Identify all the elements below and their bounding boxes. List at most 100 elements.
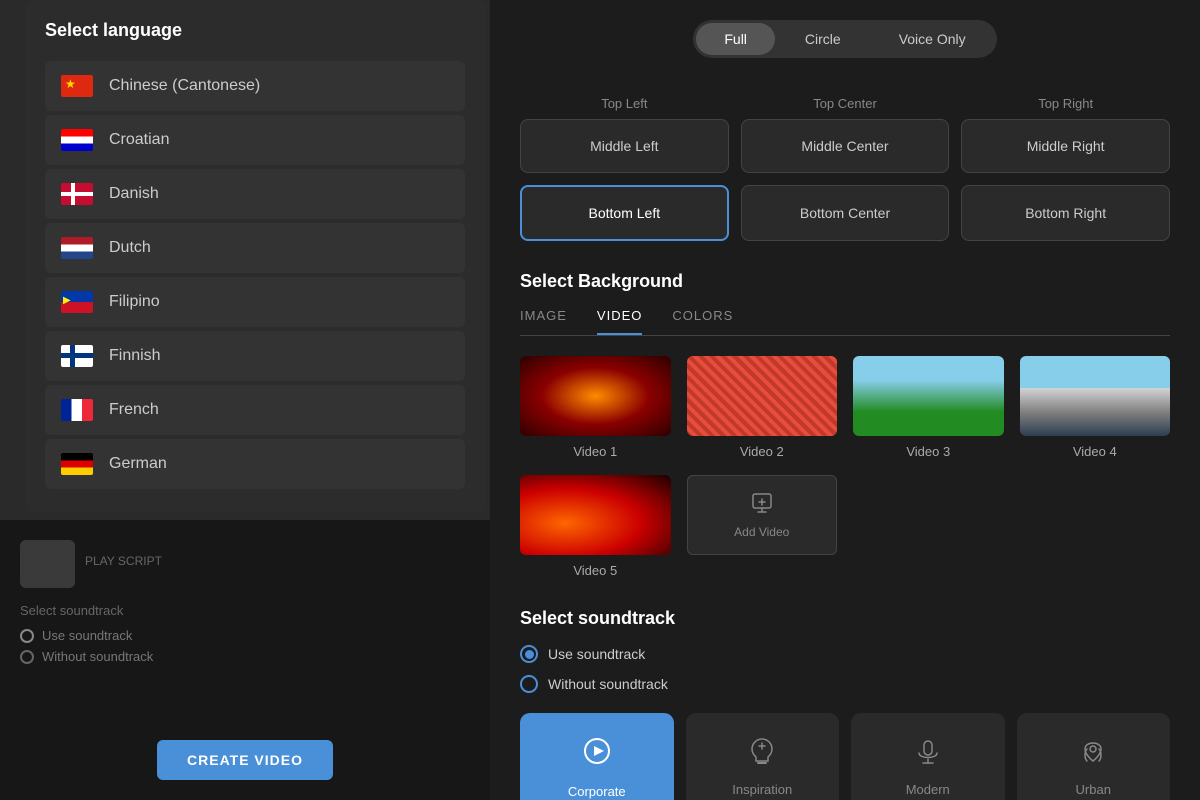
use-soundtrack-radio-label: Use soundtrack (42, 628, 132, 643)
video-thumb-5 (520, 475, 671, 555)
position-bottom-center[interactable]: Bottom Center (741, 185, 950, 241)
inspiration-icon (746, 735, 778, 774)
without-soundtrack-circle (520, 675, 538, 693)
flag-german (61, 453, 93, 475)
language-item-croatian[interactable]: Croatian (45, 115, 465, 165)
label-top-right: Top Right (961, 88, 1170, 119)
language-item-german[interactable]: German (45, 439, 465, 489)
select-soundtrack-label: Select soundtrack (20, 603, 470, 618)
language-name-finnish: Finnish (109, 347, 161, 365)
video-label-1: Video 1 (573, 444, 617, 459)
add-video-thumb: Add Video (687, 475, 838, 555)
language-name-dutch: Dutch (109, 239, 151, 257)
video-item-1[interactable]: Video 1 (520, 356, 671, 459)
video-label-5: Video 5 (573, 563, 617, 578)
language-item-french[interactable]: French (45, 385, 465, 435)
left-panel: Select language Chinese (Cantonese) Croa… (0, 0, 490, 800)
sound-card-modern[interactable]: Modern (851, 713, 1005, 800)
use-soundtrack-option[interactable]: Use soundtrack (520, 645, 1170, 663)
flag-danish (61, 183, 93, 205)
position-bottom-right[interactable]: Bottom Right (961, 185, 1170, 241)
video-item-add[interactable]: Add Video (687, 475, 838, 578)
language-modal: Select language Chinese (Cantonese) Croa… (25, 0, 485, 513)
without-soundtrack-radio[interactable]: Without soundtrack (20, 649, 470, 664)
add-video-label: Add Video (734, 525, 789, 539)
language-name-chinese-cantonese: Chinese (Cantonese) (109, 77, 260, 95)
tab-video[interactable]: VIDEO (597, 308, 642, 335)
soundtrack-radio-group: Use soundtrack Without soundtrack (520, 645, 1170, 693)
create-video-button[interactable]: CREATE VIDEO (157, 740, 333, 780)
soundtrack-title: Select soundtrack (520, 608, 1170, 629)
language-name-french: French (109, 401, 159, 419)
video-label-2: Video 2 (740, 444, 784, 459)
toggle-circle[interactable]: Circle (777, 23, 869, 55)
background-title: Select Background (520, 271, 1170, 292)
video-grid: Video 1 Video 2 Video 3 Video 4 Video 5 (520, 356, 1170, 578)
position-middle-right[interactable]: Middle Right (961, 119, 1170, 173)
position-middle-left[interactable]: Middle Left (520, 119, 729, 173)
video-item-3[interactable]: Video 3 (853, 356, 1004, 459)
video-label-4: Video 4 (1073, 444, 1117, 459)
language-item-finnish[interactable]: Finnish (45, 331, 465, 381)
inspiration-label: Inspiration (732, 782, 792, 797)
video-thumb-1 (520, 356, 671, 436)
soundtrack-section: Select soundtrack Use soundtrack Without… (520, 608, 1170, 800)
flag-chinese-cantonese (61, 75, 93, 97)
background-tab-bar: IMAGE VIDEO COLORS (520, 308, 1170, 336)
add-video-icon (750, 491, 774, 521)
urban-icon (1077, 735, 1109, 774)
without-soundtrack-option-label: Without soundtrack (548, 676, 668, 692)
without-soundtrack-radio-label: Without soundtrack (42, 649, 153, 664)
use-soundtrack-option-label: Use soundtrack (548, 646, 645, 662)
video-thumb-2 (687, 356, 838, 436)
use-soundtrack-circle (520, 645, 538, 663)
position-bottom-left[interactable]: Bottom Left (520, 185, 729, 241)
label-top-center: Top Center (741, 88, 950, 119)
flag-croatian (61, 129, 93, 151)
sound-card-inspiration[interactable]: Inspiration (686, 713, 840, 800)
video-item-2[interactable]: Video 2 (687, 356, 838, 459)
language-list: Chinese (Cantonese) Croatian Danish Dutc… (45, 61, 465, 493)
modern-label: Modern (906, 782, 950, 797)
flag-filipino (61, 291, 93, 313)
flag-finnish (61, 345, 93, 367)
position-middle-row: Middle Left Middle Center Middle Right (520, 119, 1170, 173)
toggle-full[interactable]: Full (696, 23, 775, 55)
toggle-voice-only[interactable]: Voice Only (871, 23, 994, 55)
video-thumb-3 (853, 356, 1004, 436)
tab-colors[interactable]: COLORS (672, 308, 733, 335)
toggle-bar: Full Circle Voice Only (520, 20, 1170, 58)
sound-card-urban[interactable]: Urban (1017, 713, 1171, 800)
position-middle-center[interactable]: Middle Center (741, 119, 950, 173)
flag-french (61, 399, 93, 421)
use-soundtrack-radio[interactable]: Use soundtrack (20, 628, 470, 643)
language-item-danish[interactable]: Danish (45, 169, 465, 219)
language-item-dutch[interactable]: Dutch (45, 223, 465, 273)
language-item-chinese-cantonese[interactable]: Chinese (Cantonese) (45, 61, 465, 111)
toggle-group: Full Circle Voice Only (693, 20, 996, 58)
modern-icon (912, 735, 944, 774)
position-bottom-row: Bottom Left Bottom Center Bottom Right (520, 185, 1170, 241)
position-section: Top Left Top Center Top Right Middle Lef… (520, 88, 1170, 241)
video-item-4[interactable]: Video 4 (1020, 356, 1171, 459)
without-soundtrack-option[interactable]: Without soundtrack (520, 675, 1170, 693)
tab-image[interactable]: IMAGE (520, 308, 567, 335)
sound-category-grid: Corporate Inspiration (520, 713, 1170, 800)
play-script-label: PLAY SCRIPT (85, 554, 162, 568)
modal-title: Select language (45, 20, 465, 41)
sound-card-corporate[interactable]: Corporate (520, 713, 674, 800)
language-item-filipino[interactable]: Filipino (45, 277, 465, 327)
video-label-3: Video 3 (906, 444, 950, 459)
right-panel: Full Circle Voice Only Top Left Top Cent… (490, 0, 1200, 800)
video-item-5[interactable]: Video 5 (520, 475, 671, 578)
urban-label: Urban (1076, 782, 1111, 797)
language-name-danish: Danish (109, 185, 159, 203)
corporate-icon (579, 733, 615, 776)
language-name-german: German (109, 455, 167, 473)
label-top-left: Top Left (520, 88, 729, 119)
language-name-filipino: Filipino (109, 293, 160, 311)
video-thumb-4 (1020, 356, 1171, 436)
flag-dutch (61, 237, 93, 259)
position-labels: Top Left Top Center Top Right (520, 88, 1170, 119)
language-name-croatian: Croatian (109, 131, 169, 149)
